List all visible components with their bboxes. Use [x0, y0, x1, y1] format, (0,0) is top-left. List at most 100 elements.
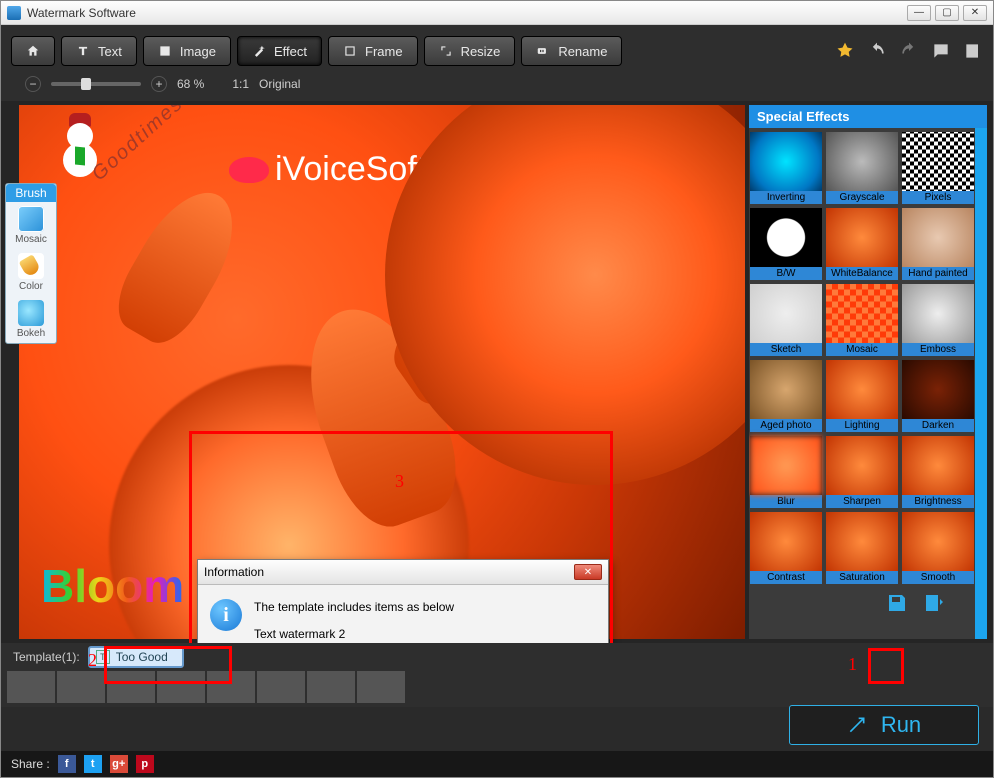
redo-icon[interactable] — [899, 41, 919, 61]
save-template-button[interactable] — [885, 591, 909, 615]
effects-grid: Inverting Grayscale Pixels B/W WhiteBalanceH… — [749, 128, 975, 639]
effect-emboss[interactable]: Emboss — [902, 284, 974, 356]
effect-label: Brightness — [902, 495, 974, 508]
dialog-intro: The template includes items as below — [254, 599, 454, 616]
undo-icon[interactable] — [867, 41, 887, 61]
zoom-in-button[interactable]: + — [151, 76, 167, 92]
effect-bw[interactable]: B/W — [750, 208, 822, 280]
zoom-out-button[interactable]: − — [25, 76, 41, 92]
effect-thumb — [826, 208, 898, 267]
template-chip[interactable]: T Too Good — [88, 646, 184, 668]
dialog-title-text: Information — [204, 565, 264, 579]
thumbnail[interactable] — [307, 671, 355, 703]
share-pinterest-icon[interactable]: p — [136, 755, 154, 773]
brush-mosaic[interactable]: Mosaic — [6, 202, 56, 249]
text-label: Text — [98, 44, 122, 59]
effect-brightness[interactable]: Brightness — [902, 436, 974, 508]
home-button[interactable] — [11, 36, 55, 66]
brush-bokeh[interactable]: Bokeh — [6, 296, 56, 343]
effect-button[interactable]: Effect — [237, 36, 322, 66]
effect-inverting[interactable]: Inverting — [750, 132, 822, 204]
info-dialog: Information ✕ i The template includes it… — [197, 559, 609, 643]
rename-button[interactable]: Rename — [521, 36, 622, 66]
dialog-close-button[interactable]: ✕ — [574, 564, 602, 580]
brush-mosaic-label: Mosaic — [15, 234, 47, 245]
thumbnail[interactable] — [7, 671, 55, 703]
thumbnail[interactable] — [157, 671, 205, 703]
frame-button[interactable]: Frame — [328, 36, 418, 66]
template-chip-icon: T — [96, 650, 110, 664]
feedback-icon[interactable] — [931, 41, 951, 61]
dialog-titlebar: Information ✕ — [198, 560, 608, 585]
run-button[interactable]: Run — [789, 705, 979, 745]
zoom-slider[interactable] — [51, 82, 141, 86]
effect-saturation[interactable]: Saturation — [826, 512, 898, 584]
image-button[interactable]: Image — [143, 36, 231, 66]
ivoicesoft-sub: .com — [559, 194, 589, 210]
effect-mosaic[interactable]: Mosaic — [826, 284, 898, 356]
app-icon — [7, 6, 21, 20]
minimize-button[interactable]: — — [907, 5, 931, 21]
effect-label: Blur — [750, 495, 822, 508]
effect-thumb — [750, 208, 822, 267]
template-label: Template(1): — [13, 650, 80, 664]
effect-label: Aged photo — [750, 419, 822, 432]
template-bar: Template(1): T Too Good — [1, 643, 993, 671]
maximize-button[interactable]: ▢ — [935, 5, 959, 21]
effect-grayscale[interactable]: Grayscale — [826, 132, 898, 204]
load-template-button[interactable] — [921, 591, 945, 615]
watermark-ivoicesoft: iVoiceSoft .com — [229, 150, 426, 189]
effects-scrollbar[interactable] — [975, 128, 987, 639]
effect-thumb — [826, 132, 898, 191]
thumbnail[interactable] — [207, 671, 255, 703]
brush-color[interactable]: Color — [6, 249, 56, 296]
effect-sharpen[interactable]: Sharpen — [826, 436, 898, 508]
zoom-original[interactable]: Original — [259, 77, 300, 91]
zoom-bar: − + 68 % 1:1 Original — [11, 71, 983, 101]
thumbnail[interactable] — [257, 671, 305, 703]
share-facebook-icon[interactable]: f — [58, 755, 76, 773]
thumbnail[interactable] — [357, 671, 405, 703]
share-label: Share : — [11, 757, 50, 771]
watermark-bloom: Bloom — [41, 559, 184, 613]
effect-label: Grayscale — [826, 191, 898, 204]
save-icons — [885, 591, 945, 615]
template-chip-name: Too Good — [116, 650, 168, 664]
frame-label: Frame — [365, 44, 403, 59]
thumbnail[interactable] — [107, 671, 155, 703]
effect-contrast[interactable]: Contrast — [750, 512, 822, 584]
dialog-body-text: The template includes items as below Tex… — [254, 599, 454, 643]
share-twitter-icon[interactable]: t — [84, 755, 102, 773]
effect-blur[interactable]: Blur — [750, 436, 822, 508]
upgrade-icon[interactable] — [835, 41, 855, 61]
effect-label: B/W — [750, 267, 822, 280]
effect-agedphoto[interactable]: Aged photo — [750, 360, 822, 432]
effect-handpainted[interactable]: Hand painted — [902, 208, 974, 280]
text-button[interactable]: Text — [61, 36, 137, 66]
share-googleplus-icon[interactable]: g+ — [110, 755, 128, 773]
zoom-ratio[interactable]: 1:1 — [232, 77, 249, 91]
text-icon — [76, 44, 90, 58]
effect-thumb — [826, 436, 898, 495]
effects-title: Special Effects — [749, 105, 987, 128]
close-button[interactable]: ✕ — [963, 5, 987, 21]
effect-pixels[interactable]: Pixels — [902, 132, 974, 204]
effect-smooth[interactable]: Smooth — [902, 512, 974, 584]
effect-whitebalance[interactable]: WhiteBalance — [826, 208, 898, 280]
effect-lighting[interactable]: Lighting — [826, 360, 898, 432]
effect-icon — [252, 44, 266, 58]
run-icon — [847, 715, 867, 735]
effect-thumb — [750, 436, 822, 495]
effect-thumb — [750, 284, 822, 343]
ivoicesoft-text: iVoiceSoft — [275, 150, 426, 189]
color-icon — [18, 253, 44, 279]
effect-sketch[interactable]: Sketch — [750, 284, 822, 356]
settings-icon[interactable] — [963, 41, 983, 61]
resize-button[interactable]: Resize — [424, 36, 516, 66]
effect-darken[interactable]: Darken — [902, 360, 974, 432]
effect-thumb — [902, 360, 974, 419]
app-window: Watermark Software — ▢ ✕ Text Image Effe… — [0, 0, 994, 778]
thumbnail[interactable] — [57, 671, 105, 703]
effect-label: Pixels — [902, 191, 974, 204]
image-label: Image — [180, 44, 216, 59]
